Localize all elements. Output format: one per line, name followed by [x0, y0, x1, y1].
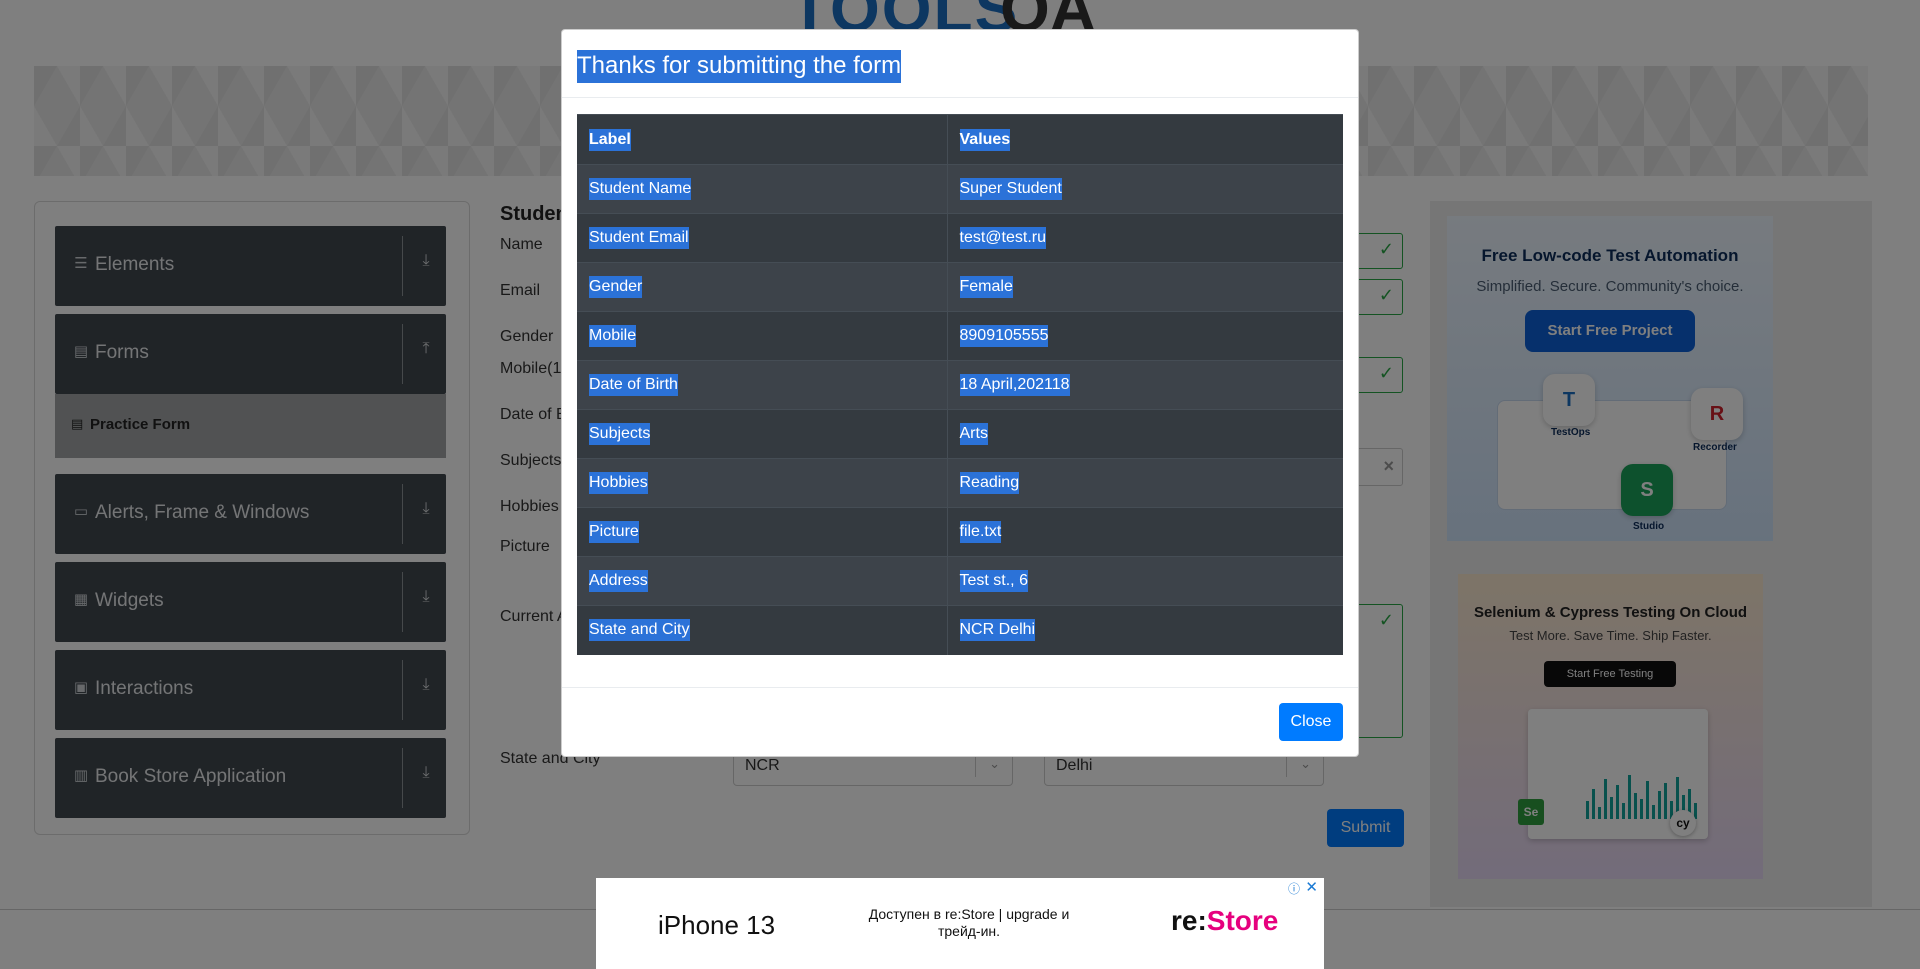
- close-button[interactable]: Close: [1279, 703, 1343, 741]
- table-row: Date of Birth 18 April,202118: [577, 360, 1343, 410]
- bottom-banner-ad[interactable]: iPhone 13 Доступен в re:Store | upgrade …: [596, 878, 1324, 969]
- table-row: Subjects Arts: [577, 409, 1343, 459]
- table-row: Address Test st., 6: [577, 556, 1343, 606]
- modal-title: Thanks for submitting the form: [577, 50, 902, 83]
- row-value: Reading: [947, 458, 1343, 508]
- row-label: Date of Birth: [577, 360, 948, 410]
- column-header-values: Values: [947, 114, 1343, 165]
- table-header-row: Label Values: [577, 114, 1343, 165]
- apple-brand: iPhone 13: [658, 910, 776, 940]
- row-label: Subjects: [577, 409, 948, 459]
- row-value: Super Student: [947, 164, 1343, 214]
- ad-info-icon[interactable]: ⓘ: [1288, 880, 1300, 897]
- row-label: Hobbies: [577, 458, 948, 508]
- row-value: Arts: [947, 409, 1343, 459]
- column-header-label: Label: [577, 114, 948, 165]
- row-label: Student Email: [577, 213, 948, 263]
- modal-footer: Close: [562, 687, 1358, 756]
- row-value: 18 April,202118: [947, 360, 1343, 410]
- row-label: Picture: [577, 507, 948, 557]
- row-value: test@test.ru: [947, 213, 1343, 263]
- row-label: Address: [577, 556, 948, 606]
- table-row: Picture file.txt: [577, 507, 1343, 557]
- submission-modal: Thanks for submitting the form Label Val…: [561, 29, 1359, 757]
- modal-body: Label Values Student Name Super Student St…: [577, 114, 1343, 655]
- row-value: Female: [947, 262, 1343, 312]
- table-row: State and City NCR Delhi: [577, 605, 1343, 655]
- table-row: Gender Female: [577, 262, 1343, 312]
- row-value: file.txt: [947, 507, 1343, 557]
- modal-header: Thanks for submitting the form: [562, 30, 1358, 98]
- row-label: Mobile: [577, 311, 948, 361]
- row-value: Test st., 6: [947, 556, 1343, 606]
- table-row: Mobile 8909105555: [577, 311, 1343, 361]
- ad-copy: Доступен в re:Store | upgrade и трейд-ин…: [868, 906, 1070, 939]
- row-value: NCR Delhi: [947, 605, 1343, 655]
- store-logo: re:Store: [1171, 905, 1279, 936]
- results-table: Label Values Student Name Super Student St…: [577, 114, 1343, 655]
- table-row: Hobbies Reading: [577, 458, 1343, 508]
- ad-close-icon[interactable]: ✕: [1305, 878, 1318, 896]
- row-value: 8909105555: [947, 311, 1343, 361]
- row-label: Gender: [577, 262, 948, 312]
- table-row: Student Name Super Student: [577, 164, 1343, 214]
- row-label: Student Name: [577, 164, 948, 214]
- row-label: State and City: [577, 605, 948, 655]
- table-row: Student Email test@test.ru: [577, 213, 1343, 263]
